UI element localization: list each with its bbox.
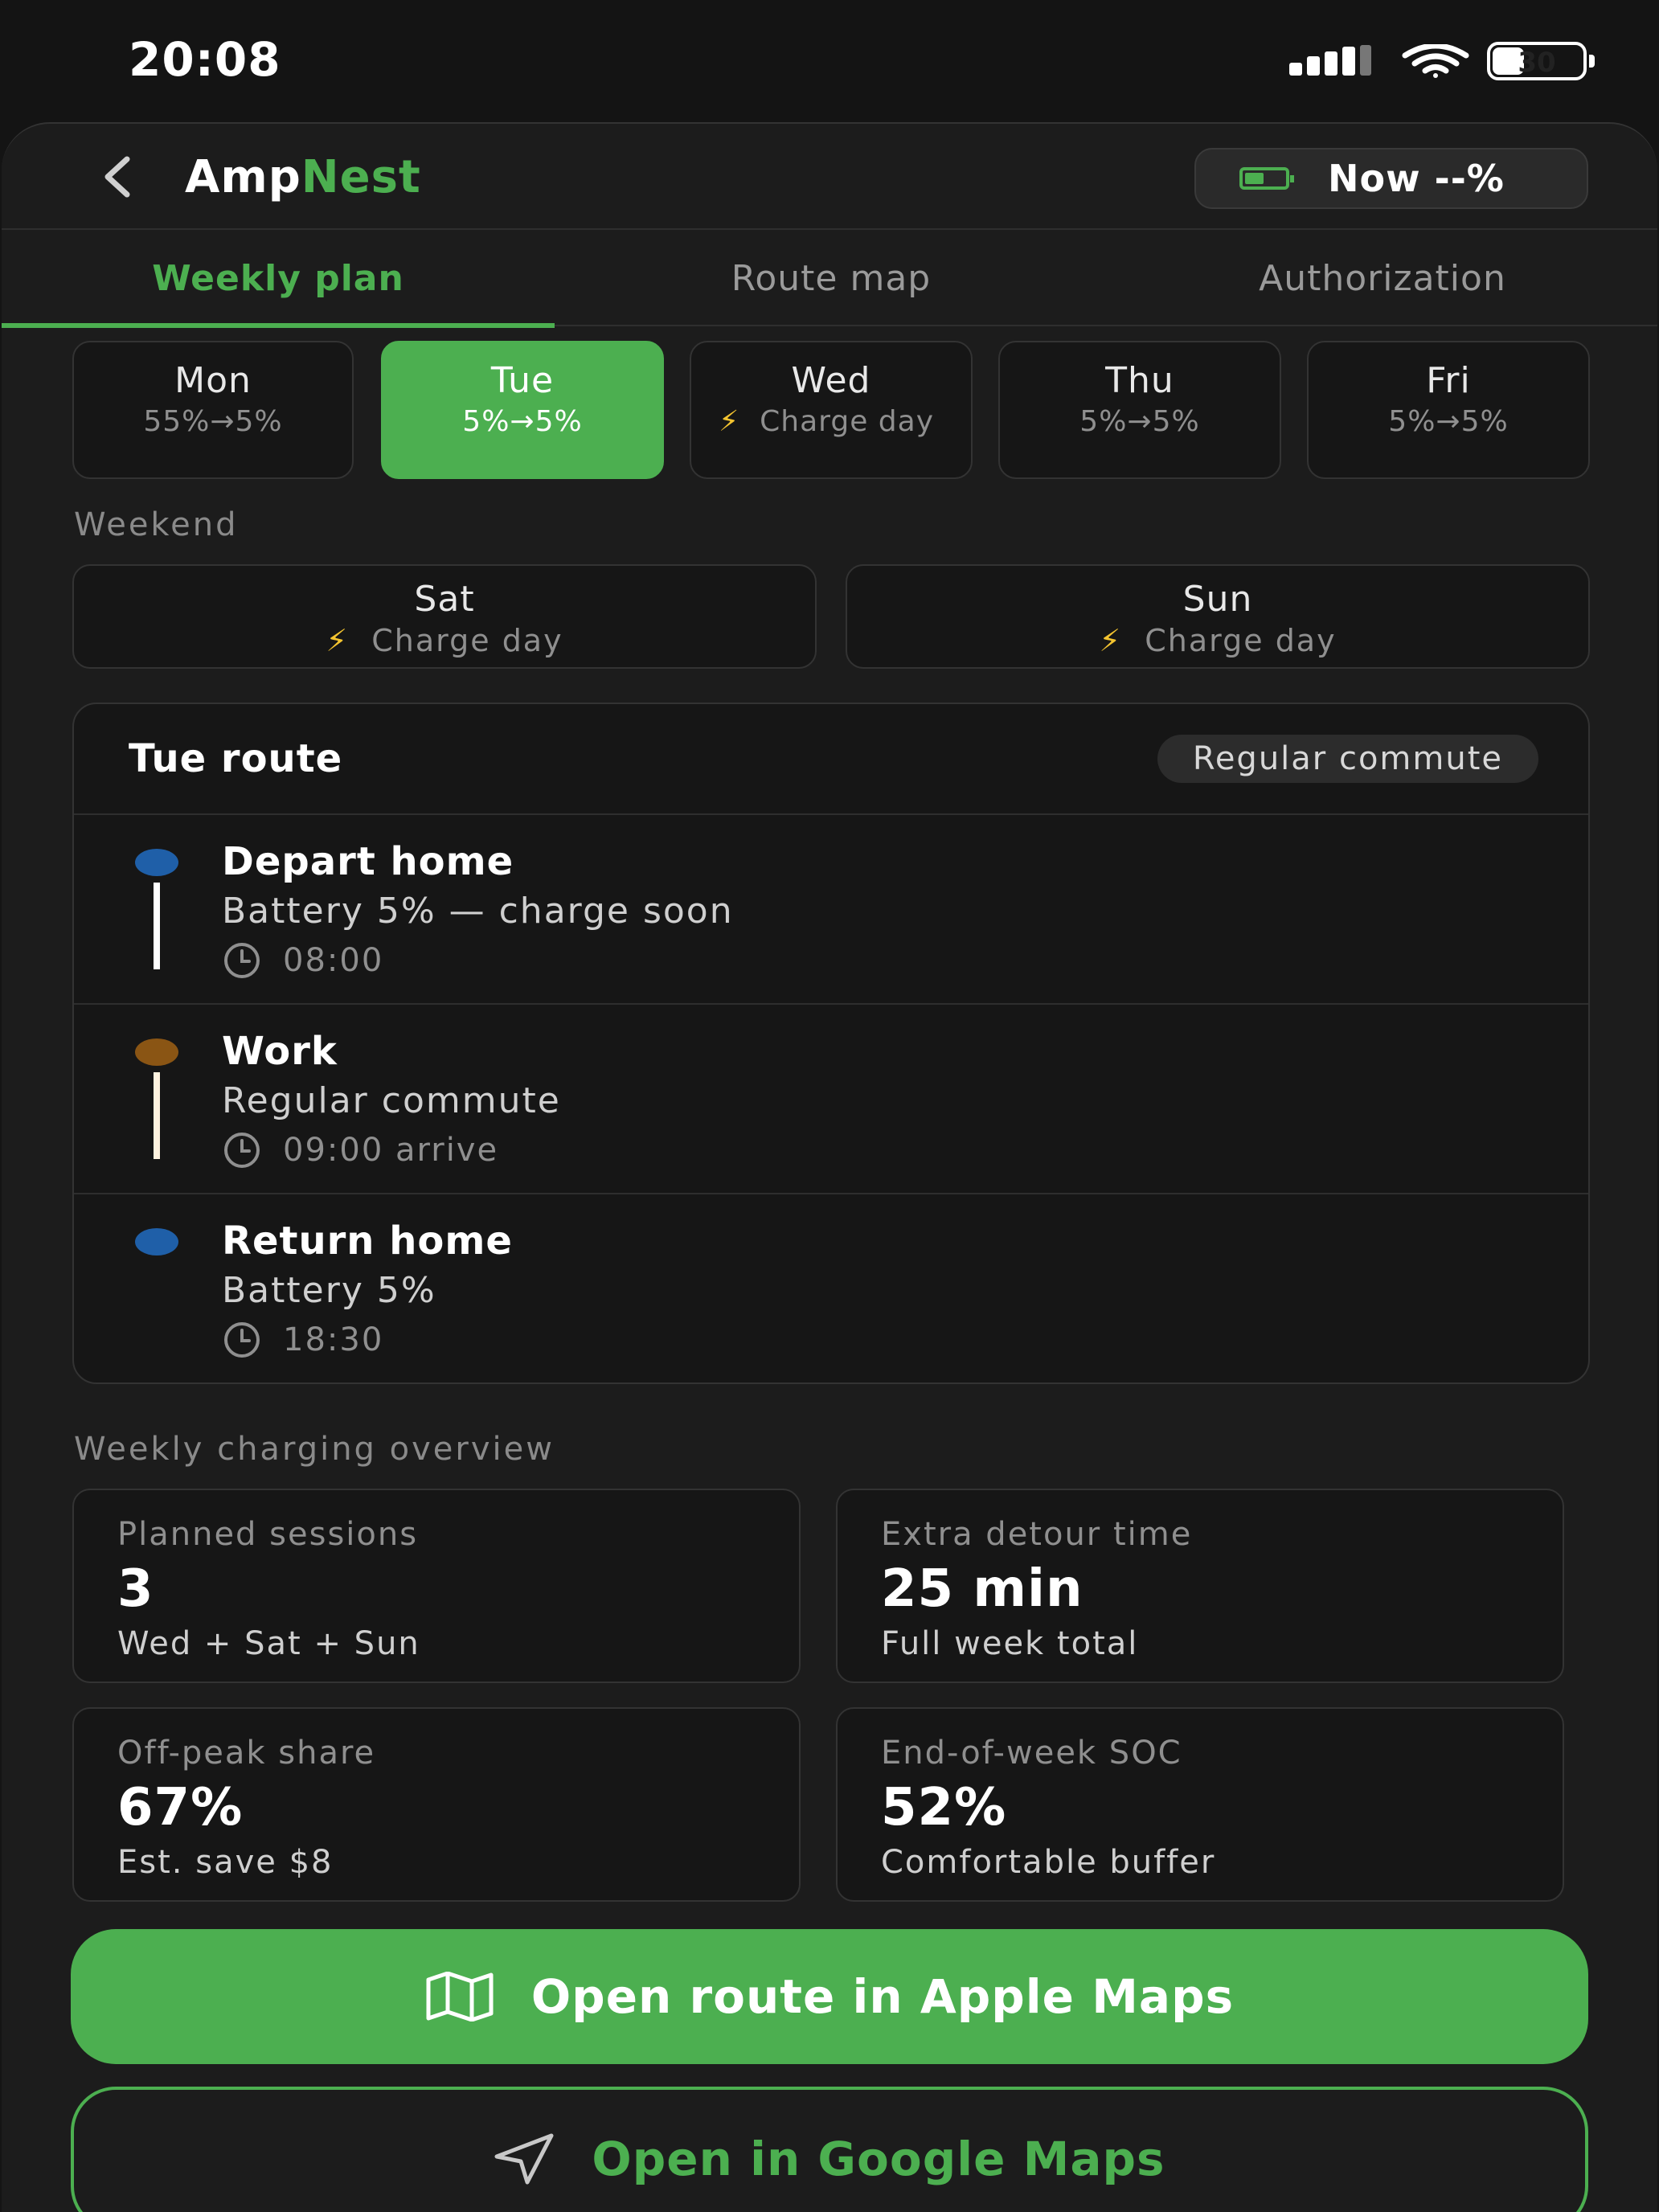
day-card-thu[interactable]: Thu 5%→5% [998,341,1281,479]
day-detail-text: Charge day [371,623,563,658]
stat-label: Off-peak share [117,1735,376,1772]
day-card-sun[interactable]: Sun ⚡ Charge day [846,564,1590,669]
current-battery-pill[interactable]: Now --% [1194,148,1588,209]
stop-title: Return home [222,1219,513,1264]
app-title-prefix: Amp [185,151,301,203]
app-header: AmpNest Now --% [2,124,1657,230]
route-stop[interactable]: Depart home Battery 5% — charge soon 08:… [74,815,1588,1005]
day-detail: ⚡ Charge day [847,623,1588,658]
stop-subtitle: Regular commute [222,1080,561,1121]
status-bar: 20:08 30 [0,0,1659,121]
stat-card-detour-time: Extra detour time 25 min Full week total [836,1489,1564,1683]
route-card: Tue route Regular commute Depart home Ba… [72,703,1590,1384]
stat-value: 25 min [881,1559,1083,1619]
navigation-arrow-icon [494,2133,554,2185]
day-name: Fri [1426,360,1471,401]
day-detail-text: Charge day [1145,623,1337,658]
clock-icon [224,943,260,978]
stop-time: 08:00 [222,940,383,981]
lightning-icon: ⚡ [326,623,350,658]
stop-time: 09:00 arrive [222,1130,498,1170]
stop-time-text: 08:00 [283,942,384,979]
open-google-maps-label: Open in Google Maps [592,2132,1165,2186]
battery-icon: 30 [1487,42,1595,80]
stat-value: 3 [117,1559,154,1619]
stat-note: Comfortable buffer [881,1844,1216,1881]
wifi-icon [1402,44,1469,78]
day-card-fri[interactable]: Fri 5%→5% [1307,341,1590,479]
stop-time-text: 18:30 [283,1321,384,1358]
route-tag-badge: Regular commute [1157,735,1538,783]
route-connector [154,1072,160,1159]
map-icon [426,1972,494,2022]
stat-card-end-of-week-soc: End-of-week SOC 52% Comfortable buffer [836,1707,1564,1902]
tab-bar: Weekly plan Route map Authorization [2,230,1657,328]
stop-marker-icon [135,1228,178,1256]
stop-subtitle: Battery 5% [222,1270,436,1311]
stat-label: Planned sessions [117,1516,419,1553]
lightning-icon: ⚡ [1099,623,1123,658]
day-name: Mon [174,360,252,401]
open-google-maps-button[interactable]: Open in Google Maps [71,2087,1588,2212]
app-title-accent: Nest [301,151,421,203]
day-name: Thu [1105,360,1174,401]
route-header: Tue route Regular commute [74,704,1588,815]
battery-icon [1239,167,1294,190]
stop-marker-icon [135,1038,178,1066]
day-detail: 5%→5% [1079,405,1200,438]
stat-note: Wed + Sat + Sun [117,1625,420,1662]
stat-value: 52% [881,1778,1007,1837]
app-sheet: AmpNest Now --% Weekly plan Route map Au… [2,122,1657,2212]
day-detail: 5%→5% [462,405,583,438]
day-card-wed[interactable]: Wed ⚡ Charge day [690,341,973,479]
route-connector [154,883,160,969]
day-card-tue[interactable]: Tue 5%→5% [381,341,664,479]
stat-card-off-peak-share: Off-peak share 67% Est. save $8 [72,1707,801,1902]
stat-value: 67% [117,1778,244,1837]
app-title: AmpNest [185,151,421,203]
stat-note: Est. save $8 [117,1844,334,1881]
lightning-icon: ⚡ [719,405,740,438]
route-stop[interactable]: Return home Battery 5% 18:30 [74,1194,1588,1382]
stop-title: Work [222,1029,338,1074]
open-apple-maps-label: Open route in Apple Maps [530,1969,1235,2024]
stop-subtitle: Battery 5% — charge soon [222,891,734,932]
tab-weekly-plan[interactable]: Weekly plan [2,230,555,328]
day-card-mon[interactable]: Mon 55%→5% [72,341,354,479]
day-detail: 5%→5% [1388,405,1509,438]
day-detail: ⚡ Charge day [74,623,815,658]
tab-route-map[interactable]: Route map [555,230,1108,326]
overview-label: Weekly charging overview [74,1431,555,1468]
back-chevron-icon[interactable] [96,154,141,199]
stat-note: Full week total [881,1625,1139,1662]
status-time: 20:08 [129,32,281,87]
route-stop[interactable]: Work Regular commute 09:00 arrive [74,1005,1588,1194]
stat-label: End-of-week SOC [881,1735,1182,1772]
stat-card-planned-sessions: Planned sessions 3 Wed + Sat + Sun [72,1489,801,1683]
stop-time: 18:30 [222,1320,383,1360]
day-name: Wed [791,360,871,401]
open-apple-maps-button[interactable]: Open route in Apple Maps [71,1929,1588,2064]
day-detail: ⚡ Charge day [691,406,971,438]
day-card-sat[interactable]: Sat ⚡ Charge day [72,564,817,669]
day-name: Sun [1182,579,1253,620]
tab-authorization[interactable]: Authorization [1108,230,1657,326]
day-detail-text: Charge day [760,405,935,438]
clock-icon [224,1133,260,1168]
stop-title: Depart home [222,839,514,884]
stop-marker-icon [135,849,178,876]
cellular-signal-icon [1289,45,1371,76]
clock-icon [224,1322,260,1358]
day-name: Sat [414,579,475,620]
battery-level: 30 [1518,47,1556,79]
day-detail: 55%→5% [143,405,283,438]
stat-label: Extra detour time [881,1516,1193,1553]
stop-time-text: 09:00 arrive [283,1132,499,1169]
weekend-label: Weekend [74,506,239,543]
route-title: Tue route [129,736,343,781]
day-name: Tue [490,360,555,401]
current-battery-label: Now --% [1328,157,1505,200]
status-icons: 30 [1289,42,1595,80]
